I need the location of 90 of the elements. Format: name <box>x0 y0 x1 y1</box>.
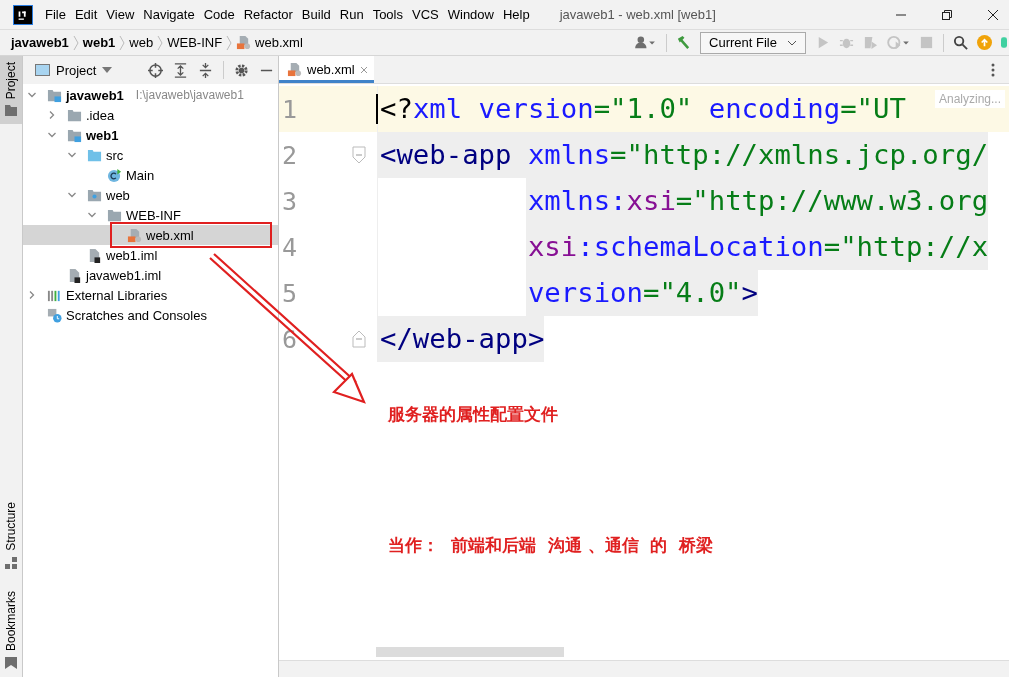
tree-item[interactable]: web1 <box>23 125 278 145</box>
tool-window-tab[interactable]: Structure <box>0 496 22 577</box>
scratches-icon <box>47 307 62 323</box>
xml-file-icon <box>236 35 252 50</box>
tree-item[interactable]: web.xml <box>23 225 278 245</box>
tool-window-tab[interactable]: Project <box>0 56 22 125</box>
web-folder-icon <box>87 187 102 203</box>
folder-icon <box>67 107 82 123</box>
tree-item[interactable]: External Libraries <box>23 285 278 305</box>
tree-item[interactable]: WEB-INF <box>23 205 278 225</box>
stop-icon[interactable] <box>919 35 934 50</box>
analyzing-hint: Analyzing... <box>934 90 1005 108</box>
file-icon <box>67 267 82 283</box>
annotation-text: 当作： 前端和后端 沟通 、通信 的 桥梁 <box>388 534 714 557</box>
profiler-icon[interactable] <box>887 35 910 50</box>
line-number: 5 <box>281 278 299 308</box>
tree-item[interactable]: javaweb1.iml <box>23 265 278 285</box>
module-folder-icon <box>47 87 62 103</box>
chevron-right-icon <box>226 34 233 51</box>
chevron-right-icon[interactable] <box>27 290 37 300</box>
folder-icon <box>5 105 17 117</box>
tree-item[interactable]: src <box>23 145 278 165</box>
menu-item[interactable]: Window <box>447 7 494 22</box>
chevron-right-icon[interactable] <box>47 110 57 120</box>
folder-icon <box>87 147 102 163</box>
tree-item[interactable]: web <box>23 185 278 205</box>
breadcrumb[interactable]: web1 <box>82 35 116 50</box>
chevron-right-icon <box>157 34 164 51</box>
line-number: 2 <box>281 140 299 170</box>
menu-item[interactable]: Run <box>339 7 364 22</box>
menu-item[interactable]: Navigate <box>143 7 195 22</box>
structure-icon <box>5 556 17 569</box>
caret-icon <box>102 67 113 73</box>
project-view-selector[interactable]: Project <box>35 62 113 78</box>
breadcrumb[interactable]: web.xml <box>255 35 303 50</box>
chevron-right-icon <box>119 34 126 51</box>
breadcrumb[interactable]: javaweb1 <box>11 35 69 50</box>
update-icon[interactable] <box>977 35 992 50</box>
folder-icon <box>107 207 122 223</box>
tree-item[interactable]: .idea <box>23 105 278 125</box>
search-icon[interactable] <box>953 35 968 50</box>
tree-item[interactable]: Main <box>23 165 278 185</box>
code-line: <?xml version="1.0" encoding="UT <box>379 92 906 126</box>
restore-icon[interactable] <box>941 8 953 21</box>
tool-window-tab[interactable]: Bookmarks <box>0 584 22 677</box>
menu-item[interactable]: Build <box>301 7 331 22</box>
breadcrumb[interactable]: web <box>129 35 154 50</box>
line-number: 4 <box>281 232 299 262</box>
fold-marker-icon[interactable] <box>351 146 366 164</box>
file-icon <box>87 247 102 263</box>
tree-item[interactable]: Scratches and Consoles <box>23 305 278 325</box>
fold-marker-icon[interactable] <box>351 330 366 348</box>
chevron-right-icon <box>72 34 79 51</box>
bookmark-icon <box>5 657 17 669</box>
hammer-icon[interactable] <box>676 35 692 50</box>
line-number: 3 <box>281 186 299 216</box>
settings-icon[interactable] <box>234 62 249 78</box>
window-icon <box>35 64 50 76</box>
coverage-icon[interactable] <box>863 35 878 50</box>
menu-item[interactable]: Code <box>203 7 235 22</box>
line-number: 6 <box>281 324 299 354</box>
chevron-down-icon <box>787 38 797 47</box>
more-icon[interactable] <box>991 63 995 77</box>
menu-item[interactable]: File <box>45 7 66 22</box>
menu-item[interactable]: Tools <box>372 7 403 22</box>
menu-item[interactable]: Edit <box>74 7 98 22</box>
tree-item[interactable]: javaweb1 I:\javaweb\javaweb1 <box>23 85 278 105</box>
breadcrumb[interactable]: WEB-INF <box>167 35 223 50</box>
tree-item[interactable]: web1.iml <box>23 245 278 265</box>
xml-file-icon <box>127 227 142 243</box>
xml-file-icon <box>287 62 302 77</box>
menu-item[interactable]: Help <box>502 7 530 22</box>
scrollbar-thumb[interactable] <box>376 647 564 657</box>
run-configuration-dropdown[interactable]: Current File <box>700 31 806 54</box>
module-folder-icon <box>67 127 82 143</box>
collapse-all-icon[interactable] <box>198 62 213 78</box>
expand-all-icon[interactable] <box>173 62 188 78</box>
chevron-down-icon[interactable] <box>27 90 37 100</box>
path-hint: I:\javaweb\javaweb1 <box>135 88 244 102</box>
window-title: javaweb1 - web.xml [web1] <box>559 7 716 22</box>
menu-item[interactable]: VCS <box>412 7 439 22</box>
app-logo-icon <box>14 5 32 24</box>
editor-tab[interactable]: web.xml <box>279 56 374 83</box>
menu-item[interactable]: Refactor <box>243 7 293 22</box>
close-icon[interactable] <box>987 8 999 21</box>
locate-icon[interactable] <box>148 62 163 78</box>
annotation-text: 服务器的属性配置文件 <box>388 403 558 426</box>
line-number: 1 <box>281 94 299 124</box>
menu-item[interactable]: View <box>106 7 135 22</box>
class-icon <box>107 167 122 183</box>
